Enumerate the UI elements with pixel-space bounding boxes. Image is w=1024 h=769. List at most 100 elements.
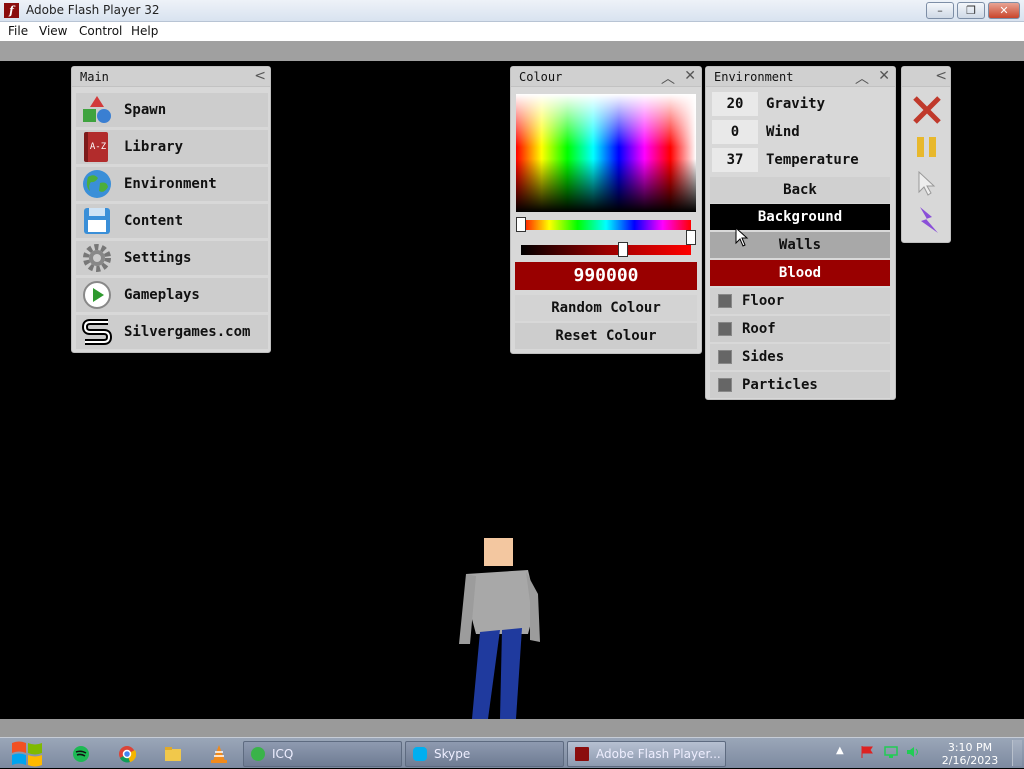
roof-label: Roof [742, 321, 776, 337]
blood-colour-button[interactable]: Blood [710, 260, 890, 286]
window-title: Adobe Flash Player 32 [26, 3, 160, 17]
menu-file[interactable]: File [8, 22, 28, 38]
show-desktop-button[interactable] [1012, 740, 1022, 766]
wind-label: Wind [766, 124, 800, 140]
menu-view[interactable]: View [39, 22, 67, 38]
environment-panel-title: Environment [714, 70, 794, 84]
flash-icon [575, 747, 589, 761]
sides-checkbox[interactable] [718, 350, 732, 364]
start-button-icon[interactable] [10, 739, 44, 769]
window-title-bar: f Adobe Flash Player 32 – ❐ ✕ [0, 0, 1024, 22]
main-item-environment[interactable]: Environment [76, 167, 268, 201]
colour-hex-value[interactable]: 990000 [515, 262, 697, 290]
main-item-label: Content [124, 213, 184, 229]
taskbar-item-label: Skype [434, 747, 471, 761]
environment-panel: Environment ︿ ✕ 20 Gravity 0 Wind 37 Tem… [705, 66, 896, 400]
tools-panel-header: < [902, 67, 950, 87]
main-item-gameplays[interactable]: Gameplays [76, 278, 268, 312]
colour-panel-title: Colour [519, 70, 563, 84]
main-item-settings[interactable]: Settings [76, 241, 268, 275]
main-item-label: Gameplays [124, 287, 200, 303]
clock-date: 2/16/2023 [941, 754, 999, 767]
gear-icon [83, 244, 111, 272]
environment-panel-minimize-button[interactable]: ︿ [855, 68, 869, 88]
main-item-silvergames[interactable]: Silvergames.com [76, 315, 268, 349]
pause-icon[interactable] [914, 134, 940, 160]
sides-label: Sides [742, 349, 785, 365]
stage-bottom-bar [0, 719, 1024, 737]
tools-panel: < [901, 66, 951, 243]
cursor-tool-icon[interactable] [916, 170, 938, 196]
wind-value-field[interactable]: 0 [712, 120, 758, 144]
taskbar-item-skype[interactable]: Skype [405, 741, 564, 767]
action-center-flag-icon[interactable] [860, 745, 874, 759]
minimize-button[interactable]: – [926, 2, 954, 19]
colour-panel: Colour ︿ ✕ 990000 Random Colour Reset Co… [510, 66, 702, 354]
main-item-library[interactable]: A-Z Library [76, 130, 268, 164]
floor-label: Floor [742, 293, 785, 309]
particles-label: Particles [742, 377, 818, 393]
roof-checkbox[interactable] [718, 322, 732, 336]
random-colour-button[interactable]: Random Colour [515, 295, 697, 321]
taskbar-item-label: ICQ [272, 747, 294, 761]
taskbar-item-label: Adobe Flash Player... [596, 747, 721, 761]
temperature-label: Temperature [766, 152, 859, 168]
floppy-disk-icon [84, 208, 110, 234]
book-az-icon: A-Z [84, 132, 108, 162]
lightning-tool-icon[interactable] [912, 205, 942, 235]
colour-panel-close-button[interactable]: ✕ [684, 68, 696, 84]
floor-checkbox[interactable] [718, 294, 732, 308]
delete-tool-icon[interactable] [912, 95, 942, 125]
hue-slider-handle-right[interactable] [686, 230, 696, 245]
main-item-label: Library [124, 139, 184, 155]
main-item-label: Environment [124, 176, 217, 192]
game-stage[interactable]: Main < Spawn A-Z Library Environment Con… [0, 61, 1024, 719]
skype-icon [413, 747, 427, 761]
colour-panel-header: Colour ︿ ✕ [511, 67, 701, 87]
restore-button[interactable]: ❐ [957, 2, 985, 19]
taskbar-item-flash[interactable]: Adobe Flash Player... [567, 741, 726, 767]
file-explorer-icon[interactable] [164, 746, 182, 762]
brightness-slider-handle[interactable] [618, 242, 628, 257]
chrome-icon[interactable] [118, 745, 136, 763]
flash-app-icon: f [4, 3, 19, 18]
taskbar-item-icq[interactable]: ICQ [243, 741, 402, 767]
vlc-icon[interactable] [210, 744, 228, 764]
temperature-value-field[interactable]: 37 [712, 148, 758, 172]
main-item-content[interactable]: Content [76, 204, 268, 238]
clock[interactable]: 3:10 PM 2/16/2023 [936, 741, 1004, 767]
menu-bar: File View Control Help [0, 22, 1024, 41]
menu-help[interactable]: Help [131, 22, 158, 38]
brightness-slider[interactable] [521, 245, 691, 255]
main-panel-header: Main < [72, 67, 270, 87]
main-item-spawn[interactable]: Spawn [76, 93, 268, 127]
sides-checkbox-row[interactable]: Sides [710, 344, 890, 370]
tools-panel-collapse-button[interactable]: < [935, 68, 947, 84]
ragdoll-character[interactable] [452, 534, 548, 720]
spotify-icon[interactable] [72, 745, 90, 763]
mouse-cursor-icon [735, 227, 749, 247]
particles-checkbox-row[interactable]: Particles [710, 372, 890, 398]
globe-icon [83, 170, 111, 198]
back-button[interactable]: Back [710, 177, 890, 203]
book-az-text: A-Z [89, 142, 107, 152]
roof-checkbox-row[interactable]: Roof [710, 316, 890, 342]
hue-slider-handle-left[interactable] [516, 217, 526, 232]
volume-icon[interactable] [906, 745, 920, 759]
reset-colour-button[interactable]: Reset Colour [515, 323, 697, 349]
gravity-value-field[interactable]: 20 [712, 92, 758, 116]
hue-slider[interactable] [521, 220, 691, 230]
show-hidden-icons-icon[interactable]: ▲ [836, 745, 850, 759]
network-icon[interactable] [884, 745, 898, 759]
main-panel-collapse-button[interactable]: < [254, 68, 266, 84]
play-icon [83, 281, 111, 309]
clock-time: 3:10 PM [947, 741, 993, 754]
environment-panel-close-button[interactable]: ✕ [878, 68, 890, 84]
particles-checkbox[interactable] [718, 378, 732, 392]
windows-taskbar: ICQ Skype Adobe Flash Player... ▲ 3:10 P… [0, 737, 1024, 768]
colour-spectrum[interactable] [516, 94, 696, 212]
colour-panel-minimize-button[interactable]: ︿ [661, 68, 675, 88]
floor-checkbox-row[interactable]: Floor [710, 288, 890, 314]
menu-control[interactable]: Control [79, 22, 122, 38]
close-button[interactable]: ✕ [988, 2, 1020, 19]
